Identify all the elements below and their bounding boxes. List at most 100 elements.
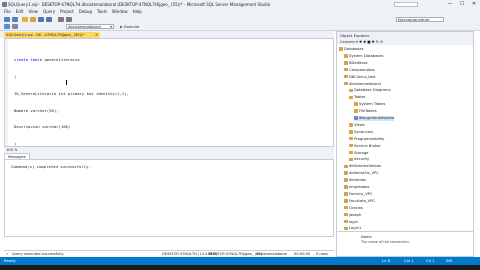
query-editor[interactable]: create table generolitorario ( ID_Genero…	[4, 38, 334, 147]
object-dropdown-value: Nuevoprocedure	[398, 17, 430, 22]
code-line: create table generolitorario	[14, 57, 80, 63]
tree-node-label: Views	[354, 122, 365, 127]
message-text: Command(s) completed successfully.	[11, 164, 91, 169]
menu-bar: File Edit View Query Project Debug Tools…	[0, 8, 480, 15]
tree-node-label: System Databases	[349, 53, 384, 58]
tree-node-label: Gracias	[349, 205, 363, 210]
folder-icon	[344, 185, 348, 189]
menu-debug[interactable]: Debug	[79, 8, 92, 15]
tree-node-label: FileTables	[359, 109, 377, 114]
close-button[interactable]: ✕	[468, 0, 480, 8]
tree-node[interactable]: FileTables	[354, 109, 377, 114]
tree-node[interactable]: Tables	[349, 95, 365, 100]
status-bar: Ready Ln 8 Col 1 Ch 1 INS	[0, 257, 480, 265]
minimize-button[interactable]: —	[444, 0, 456, 8]
folder-icon	[344, 67, 348, 72]
execute-label: Execute	[124, 24, 140, 29]
menu-project[interactable]: Project	[60, 8, 74, 15]
tree-node[interactable]: Gracias	[344, 206, 363, 211]
code-line: )	[14, 141, 17, 147]
tree-node-label: dbSistemaVentas	[349, 164, 382, 169]
menu-view[interactable]: View	[28, 8, 38, 15]
redo-icon[interactable]	[66, 17, 72, 22]
tree-node[interactable]: DBClinica_test	[344, 75, 376, 80]
tree-node-label: BDeditora	[349, 60, 368, 65]
tree-node[interactable]: Synonyms	[349, 130, 373, 135]
database-select-value: dbsistemalaboral	[68, 24, 101, 29]
forward-icon[interactable]	[12, 17, 18, 22]
new-query-icon[interactable]	[22, 17, 28, 22]
tree-node[interactable]: BDeditora	[344, 61, 367, 66]
menu-window[interactable]: Window	[112, 8, 128, 15]
back-icon[interactable]	[4, 17, 10, 22]
menu-file[interactable]: File	[4, 8, 11, 15]
disconnect-icon[interactable]	[12, 24, 18, 29]
chevron-down-icon: ▾	[110, 24, 112, 29]
tree-node[interactable]: Security	[349, 157, 369, 162]
tree-node-label: Programmability	[354, 136, 385, 141]
tree-node-label: Security	[354, 157, 370, 162]
quick-launch-input[interactable]	[394, 2, 418, 7]
tree-node[interactable]: Views	[349, 123, 365, 128]
tree-node[interactable]: josaph	[344, 213, 361, 218]
folder-icon	[354, 116, 358, 120]
tree-node[interactable]: System Databases	[344, 54, 383, 59]
windows-taskbar	[0, 265, 480, 270]
folder-icon	[344, 205, 348, 210]
execute-button[interactable]: ▶ Execute	[120, 24, 139, 29]
menu-edit[interactable]: Edit	[16, 8, 24, 15]
folder-icon	[349, 88, 353, 93]
object-explorer-toolbar[interactable]: Connect ▾ ✱ ✱ ■ ▼ ↻ ⟲	[337, 39, 473, 45]
tree-node[interactable]: Farmica_VPC	[344, 192, 373, 197]
folder-icon	[344, 212, 348, 217]
object-explorer: Object Explorer Connect ▾ ✱ ✱ ■ ▼ ↻ ⟲ Da…	[336, 31, 474, 257]
tree-node[interactable]: Campeonatos	[344, 68, 375, 73]
tree-node[interactable]: dbo.generolitorario	[354, 116, 395, 121]
status-column: Col 1	[404, 258, 414, 263]
tree-node-label: DBClinica_test	[349, 74, 376, 79]
menu-tools[interactable]: Tools	[97, 8, 107, 15]
tree-node-label: Synonyms	[354, 129, 374, 134]
tree-node[interactable]: empleados	[344, 185, 369, 190]
status-insert-mode: INS	[446, 258, 453, 263]
folder-icon	[354, 109, 358, 113]
folder-icon	[344, 226, 348, 231]
tree-node-label: dbVentaSis_VPC	[349, 171, 379, 176]
tree-node-label: Storage	[354, 150, 369, 155]
tree-node[interactable]: dbVentaSis_VPC	[344, 171, 379, 176]
ssms-app-icon	[2, 1, 7, 7]
tree-node[interactable]: Service Broker	[349, 144, 381, 149]
menu-query[interactable]: Query	[43, 8, 55, 15]
tree-node[interactable]: Programmability	[349, 137, 384, 142]
save-icon[interactable]	[38, 17, 44, 22]
menu-help[interactable]: Help	[133, 8, 142, 15]
tree-node[interactable]: Databases	[339, 47, 364, 52]
tree-node[interactable]: dbsistemalaboral	[344, 82, 381, 87]
tree-node[interactable]: Storage	[349, 151, 368, 156]
object-explorer-title: Object Explorer	[337, 32, 473, 39]
tree-node[interactable]: Database Diagrams	[349, 88, 391, 93]
tree-node[interactable]: dbSistemaVentas	[344, 164, 381, 169]
tree-node[interactable]: Facultata_VPC	[344, 199, 375, 204]
tree-node[interactable]: dbventas	[344, 178, 366, 183]
tree-node-label: empleados	[349, 185, 370, 189]
folder-icon	[349, 95, 353, 100]
open-file-icon[interactable]	[30, 17, 36, 22]
connect-icon[interactable]	[4, 24, 10, 29]
properties-pane: Name The name of the connection.	[336, 231, 474, 257]
code-line: ID_GeneroLiterario int primary key ident…	[14, 90, 129, 96]
tree-node[interactable]: login	[344, 220, 358, 225]
object-dropdown[interactable]: Nuevoprocedure	[396, 17, 444, 22]
folder-icon	[349, 130, 353, 134]
code-line: Descripcion varchar(100)	[14, 124, 71, 130]
save-all-icon[interactable]	[46, 17, 52, 22]
tree-node-label: dbventas	[349, 178, 367, 183]
folder-icon	[344, 54, 348, 58]
database-select[interactable]: dbsistemalaboral ▾	[66, 24, 114, 29]
title-bar: SQLQuery1.sql - DESKTOP-47NQL7H.dbsistem…	[0, 0, 480, 8]
code-line: Nombre varchar(50),	[14, 107, 59, 113]
undo-icon[interactable]	[58, 17, 64, 22]
maximize-button[interactable]: ☐	[456, 0, 468, 8]
tree-node[interactable]: System Tables	[354, 102, 385, 107]
window-title: SQLQuery1.sql - DESKTOP-47NQL7H.dbsistem…	[8, 1, 271, 7]
